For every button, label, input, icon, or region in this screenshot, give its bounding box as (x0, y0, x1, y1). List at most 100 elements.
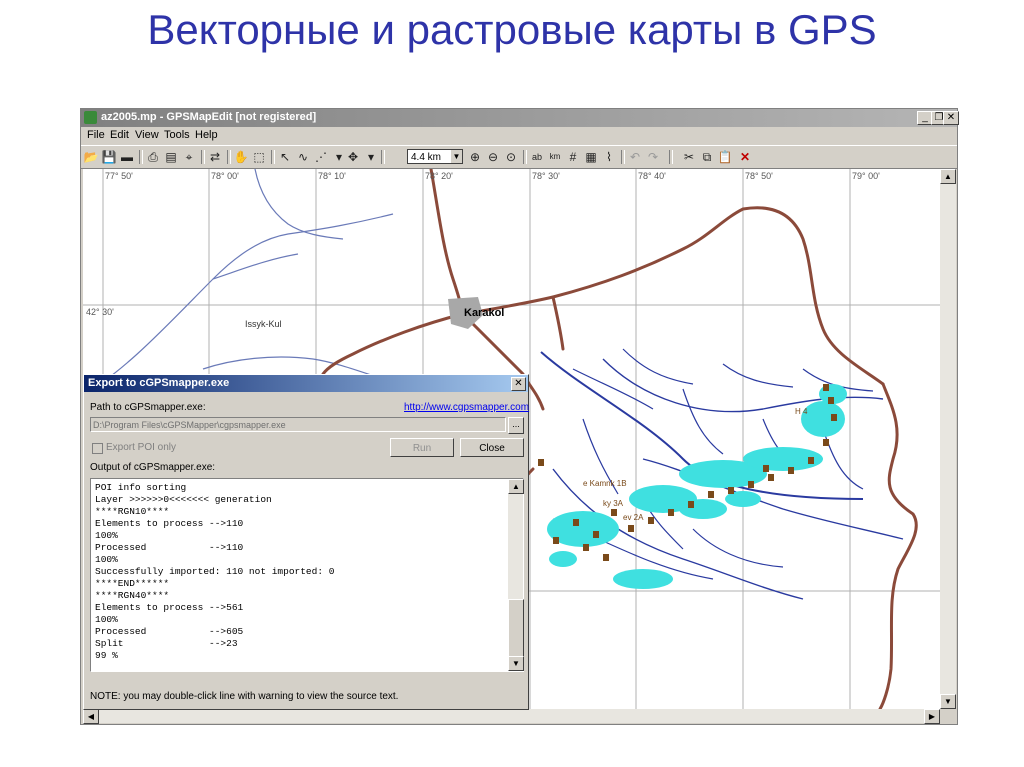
open-icon[interactable]: 📂 (83, 149, 99, 165)
toolbar-separator (139, 150, 143, 164)
cut-icon[interactable]: ✂ (681, 149, 697, 165)
output-label: Output of cGPSmapper.exe: (90, 462, 216, 473)
close-window-button[interactable]: ✕ (943, 111, 959, 125)
toolbar-separator (271, 150, 275, 164)
scroll-left-icon[interactable]: ◀ (83, 709, 99, 724)
menu-help[interactable]: Help (195, 129, 218, 141)
map-horizontal-scrollbar[interactable]: ◀ ▶ (83, 709, 940, 724)
chevron-down-icon[interactable]: ▼ (451, 150, 462, 163)
lon-label: 77° 50' (105, 171, 133, 181)
log-line: 100% (95, 614, 118, 625)
toolbar-separator (381, 150, 385, 164)
lake-label: Issyk-Kul (245, 319, 282, 329)
scroll-down-icon[interactable]: ▼ (508, 656, 524, 671)
path-label: Path to cGPSmapper.exe: (90, 402, 206, 413)
gps-icon[interactable]: ⌖ (181, 149, 197, 165)
lon-label: 78° 30' (532, 171, 560, 181)
poi-label: H 4 (795, 407, 808, 416)
copy-icon[interactable]: ⧉ (699, 149, 715, 165)
scroll-up-icon[interactable]: ▲ (508, 479, 524, 494)
map-vertical-scrollbar[interactable]: ▲ ▼ (940, 169, 956, 709)
menu-file[interactable]: File (87, 129, 105, 141)
hatch-icon[interactable]: ▦ (583, 149, 599, 165)
output-scrollbar[interactable]: ▲ ▼ (508, 479, 524, 671)
lon-label: 79° 00' (852, 171, 880, 181)
paste-icon[interactable]: 📋 (717, 149, 733, 165)
path-input[interactable]: D:\Program Files\cGPSMapper\cgpsmapper.e… (90, 417, 506, 432)
lat-label: 42° 30' (86, 307, 114, 317)
toolbar: 📂 💾 ▬ ⎙ ▤ ⌖ ⇄ ✋ ⬚ ↖ ∿ ⋰ ▾ ✥ ▾ 4.4 km ▼ ⊕… (81, 145, 957, 169)
toolbar-separator (669, 150, 673, 164)
zoom-in-icon[interactable]: ⊕ (467, 149, 483, 165)
scroll-thumb[interactable] (508, 599, 524, 657)
lon-label: 78° 10' (318, 171, 346, 181)
log-line: Split -->23 (95, 638, 238, 649)
menu-edit[interactable]: Edit (110, 129, 129, 141)
log-line: Elements to process -->561 (95, 602, 244, 613)
poi-label: ky 3A (603, 499, 624, 508)
city-label: Karakol (464, 307, 505, 319)
dropdown-arrow-icon[interactable]: ▾ (363, 149, 379, 165)
print-icon[interactable]: ⎙ (145, 149, 161, 165)
zoom-all-icon[interactable]: ⊙ (503, 149, 519, 165)
log-line: ****RGN40**** (95, 590, 170, 601)
zoom-rect-icon[interactable]: ⬚ (251, 149, 267, 165)
export-poi-label: Export POI only (106, 442, 177, 453)
window-title: az2005.mp - GPSMapEdit [not registered] (101, 111, 317, 123)
grid-icon[interactable]: # (565, 149, 581, 165)
run-button[interactable]: Run (390, 438, 454, 457)
lon-label: 78° 00' (211, 171, 239, 181)
log-line: 100% (95, 530, 118, 541)
export-dialog: Export to cGPSmapper.exe ✕ Path to cGPSm… (83, 374, 529, 710)
lon-label: 78° 20' (425, 171, 453, 181)
window-titlebar[interactable]: az2005.mp - GPSMapEdit [not registered] … (81, 109, 959, 127)
edit-node-icon[interactable]: ∿ (295, 149, 311, 165)
scroll-down-icon[interactable]: ▼ (940, 694, 956, 709)
log-line: POI info sorting (95, 482, 187, 493)
save-icon[interactable]: 💾 (101, 149, 117, 165)
log-line: 100% (95, 554, 118, 565)
poi-label: ev 2A (623, 513, 644, 522)
polyline-tool-icon[interactable]: ⋰ (313, 149, 329, 165)
menu-tools[interactable]: Tools (164, 129, 190, 141)
poi-label: e Kamnk 1B (583, 479, 627, 488)
toolbar-separator (227, 150, 231, 164)
dialog-titlebar[interactable]: Export to cGPSmapper.exe ✕ (84, 375, 528, 392)
scroll-up-icon[interactable]: ▲ (940, 169, 956, 184)
note-text: NOTE: you may double-click line with war… (90, 691, 399, 702)
undo-icon[interactable]: ↶ (627, 149, 643, 165)
properties-icon[interactable]: ▤ (163, 149, 179, 165)
transfer-icon[interactable]: ⇄ (207, 149, 223, 165)
scroll-right-icon[interactable]: ▶ (924, 709, 940, 724)
toolbar-separator (621, 150, 625, 164)
hand-icon[interactable]: ✋ (233, 149, 249, 165)
app-icon (84, 111, 97, 124)
log-line: Processed -->110 (95, 542, 244, 553)
dialog-title: Export to cGPSmapper.exe (88, 377, 230, 389)
website-link[interactable]: http://www.cgpsmapper.com (404, 402, 529, 413)
select-arrow-icon[interactable]: ↖ (277, 149, 293, 165)
toolbar-separator (523, 150, 527, 164)
lon-label: 78° 50' (745, 171, 773, 181)
log-line: Processed -->605 (95, 626, 244, 637)
dialog-close-icon[interactable]: ✕ (511, 377, 526, 391)
folder-icon[interactable]: ▬ (119, 149, 135, 165)
log-line: 99 % (95, 650, 118, 661)
delete-icon[interactable]: ✕ (737, 149, 753, 165)
redo-icon[interactable]: ↷ (645, 149, 661, 165)
close-button[interactable]: Close (460, 438, 524, 457)
output-log[interactable]: POI info sorting Layer >>>>>>0<<<<<<< ge… (90, 478, 524, 672)
attach-icon[interactable]: ⌇ (601, 149, 617, 165)
lon-label: 78° 40' (638, 171, 666, 181)
zoom-out-icon[interactable]: ⊖ (485, 149, 501, 165)
log-line: ****END****** (95, 578, 170, 589)
log-line: ****RGN10**** (95, 506, 170, 517)
log-line: Layer >>>>>>0<<<<<<< generation (95, 494, 272, 505)
move-tool-icon[interactable]: ✥ (345, 149, 361, 165)
labels-icon[interactable]: ab (529, 149, 545, 165)
export-poi-checkbox[interactable] (92, 443, 103, 454)
scale-icon[interactable]: km (547, 149, 563, 165)
menu-view[interactable]: View (135, 129, 159, 141)
browse-button[interactable]: ... (508, 417, 524, 434)
slide-title: Векторные и растровые карты в GPS (147, 6, 877, 53)
